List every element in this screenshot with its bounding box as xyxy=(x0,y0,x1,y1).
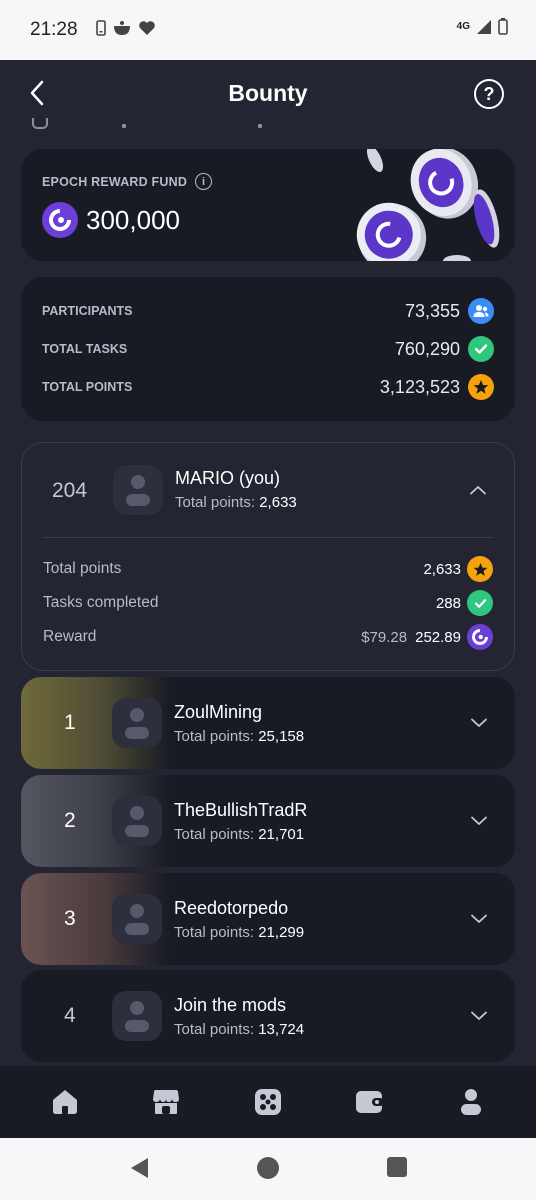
user-total-points: Total points: 25,158 xyxy=(174,728,305,745)
user-name: ZoulMining xyxy=(174,702,263,722)
status-bar: 21:28 4G xyxy=(0,0,536,60)
rank-number: 2 xyxy=(64,809,76,832)
check-icon xyxy=(467,590,493,616)
chevron-down-icon xyxy=(471,816,487,825)
chevron-up-icon xyxy=(470,486,486,495)
user-avatar-icon xyxy=(125,904,149,935)
leaderboard-row[interactable]: 3 Reedotorpedo Total points: 21,299 xyxy=(21,873,515,965)
nav-home[interactable] xyxy=(45,1082,85,1122)
dice-icon xyxy=(254,1089,281,1115)
avatar xyxy=(112,894,162,944)
network-type: 4G xyxy=(456,20,470,32)
expand-button[interactable] xyxy=(469,713,489,733)
chevron-down-icon xyxy=(471,914,487,923)
my-total-points: Total points: 2,633 xyxy=(175,494,297,511)
help-icon: ? xyxy=(483,83,495,104)
points-value: 3,123,523 xyxy=(379,376,460,397)
expand-button[interactable] xyxy=(469,811,489,831)
signal-icon xyxy=(477,19,491,34)
home-icon xyxy=(52,1090,77,1114)
collapse-button[interactable] xyxy=(468,480,488,500)
reward-fund-amount: 300,000 xyxy=(86,204,180,235)
wallet-icon xyxy=(355,1091,384,1113)
user-avatar-icon xyxy=(125,708,149,739)
star-icon xyxy=(467,556,493,582)
coins-illustration xyxy=(356,149,500,261)
app-header: Bounty ? xyxy=(0,60,536,130)
system-nav-bar xyxy=(0,1138,536,1200)
bottom-nav xyxy=(0,1066,536,1138)
participants-value: 73,355 xyxy=(404,300,460,321)
user-total-points: Total points: 21,701 xyxy=(174,826,305,843)
nav-store[interactable] xyxy=(146,1082,186,1122)
stats-card: PARTICIPANTS 73,355 TOTAL TASKS 760,290 … xyxy=(21,277,515,421)
user-avatar-icon xyxy=(125,806,149,837)
users-icon xyxy=(468,298,494,324)
token-coin-icon xyxy=(42,202,78,238)
scrolled-content-edge xyxy=(32,118,48,129)
nav-games[interactable] xyxy=(248,1082,288,1122)
store-icon xyxy=(153,1090,180,1114)
stat-row-points: TOTAL POINTS 3,123,523 xyxy=(42,373,494,401)
scrolled-content-edge xyxy=(122,124,126,128)
tasks-value: 760,290 xyxy=(394,338,460,359)
avatar xyxy=(113,465,163,515)
detail-tasks-completed: Tasks completed 288 xyxy=(43,590,493,616)
leaderboard-row[interactable]: 4 Join the mods Total points: 13,724 xyxy=(21,970,515,1062)
nav-profile[interactable] xyxy=(451,1082,491,1122)
expand-button[interactable] xyxy=(469,1006,489,1026)
stat-row-participants: PARTICIPANTS 73,355 xyxy=(42,297,494,325)
user-name: Join the mods xyxy=(174,995,287,1015)
detail-reward: Reward $79.28 252.89 xyxy=(43,624,493,650)
status-time: 21:28 xyxy=(30,19,78,40)
scrolled-content-edge xyxy=(258,124,262,128)
avatar xyxy=(112,796,162,846)
rank-number: 4 xyxy=(64,1004,76,1027)
rank-number: 1 xyxy=(64,711,76,734)
user-name: Reedotorpedo xyxy=(174,898,289,918)
avatar xyxy=(112,698,162,748)
profile-icon xyxy=(461,1089,482,1115)
nav-wallet[interactable] xyxy=(350,1082,390,1122)
detail-total-points: Total points 2,633 xyxy=(43,556,493,582)
heart-notification-icon xyxy=(139,21,155,35)
chevron-down-icon xyxy=(471,718,487,727)
rank-number: 3 xyxy=(64,907,76,930)
reward-fund-card: EPOCH REWARD FUND i 300,000 xyxy=(21,149,515,261)
user-name: TheBullishTradR xyxy=(174,800,308,820)
system-home-icon[interactable] xyxy=(256,1156,280,1180)
reward-usd: $79.28 xyxy=(361,628,408,646)
system-back-icon[interactable] xyxy=(128,1156,152,1180)
user-total-points: Total points: 21,299 xyxy=(174,924,305,941)
divider xyxy=(43,537,493,538)
reward-fund-label: EPOCH REWARD FUND xyxy=(42,174,188,189)
expand-button[interactable] xyxy=(469,909,489,929)
user-avatar-icon xyxy=(126,475,150,506)
info-icon[interactable]: i xyxy=(195,173,213,190)
my-name: MARIO (you) xyxy=(175,468,281,488)
page-title: Bounty xyxy=(228,80,308,106)
check-icon xyxy=(468,336,494,362)
phone-notification-icon xyxy=(96,20,106,36)
token-coin-icon xyxy=(467,624,493,650)
chevron-down-icon xyxy=(471,1011,487,1020)
user-avatar-icon xyxy=(125,1001,149,1032)
stat-row-tasks: TOTAL TASKS 760,290 xyxy=(42,335,494,363)
battery-icon xyxy=(498,18,508,35)
leaderboard-row[interactable]: 2 TheBullishTradR Total points: 21,701 xyxy=(21,775,515,867)
reward-tokens: 252.89 xyxy=(415,628,461,646)
help-button[interactable]: ? xyxy=(474,79,504,109)
my-rank-card[interactable]: 204 MARIO (you) Total points: 2,633 Tota… xyxy=(21,442,515,671)
user-total-points: Total points: 13,724 xyxy=(174,1021,305,1038)
pot-notification-icon xyxy=(114,21,130,35)
my-rank-number: 204 xyxy=(52,479,88,502)
system-recents-icon[interactable] xyxy=(386,1156,408,1178)
avatar xyxy=(112,991,162,1041)
star-icon xyxy=(468,374,494,400)
leaderboard-row[interactable]: 1 ZoulMining Total points: 25,158 xyxy=(21,677,515,769)
